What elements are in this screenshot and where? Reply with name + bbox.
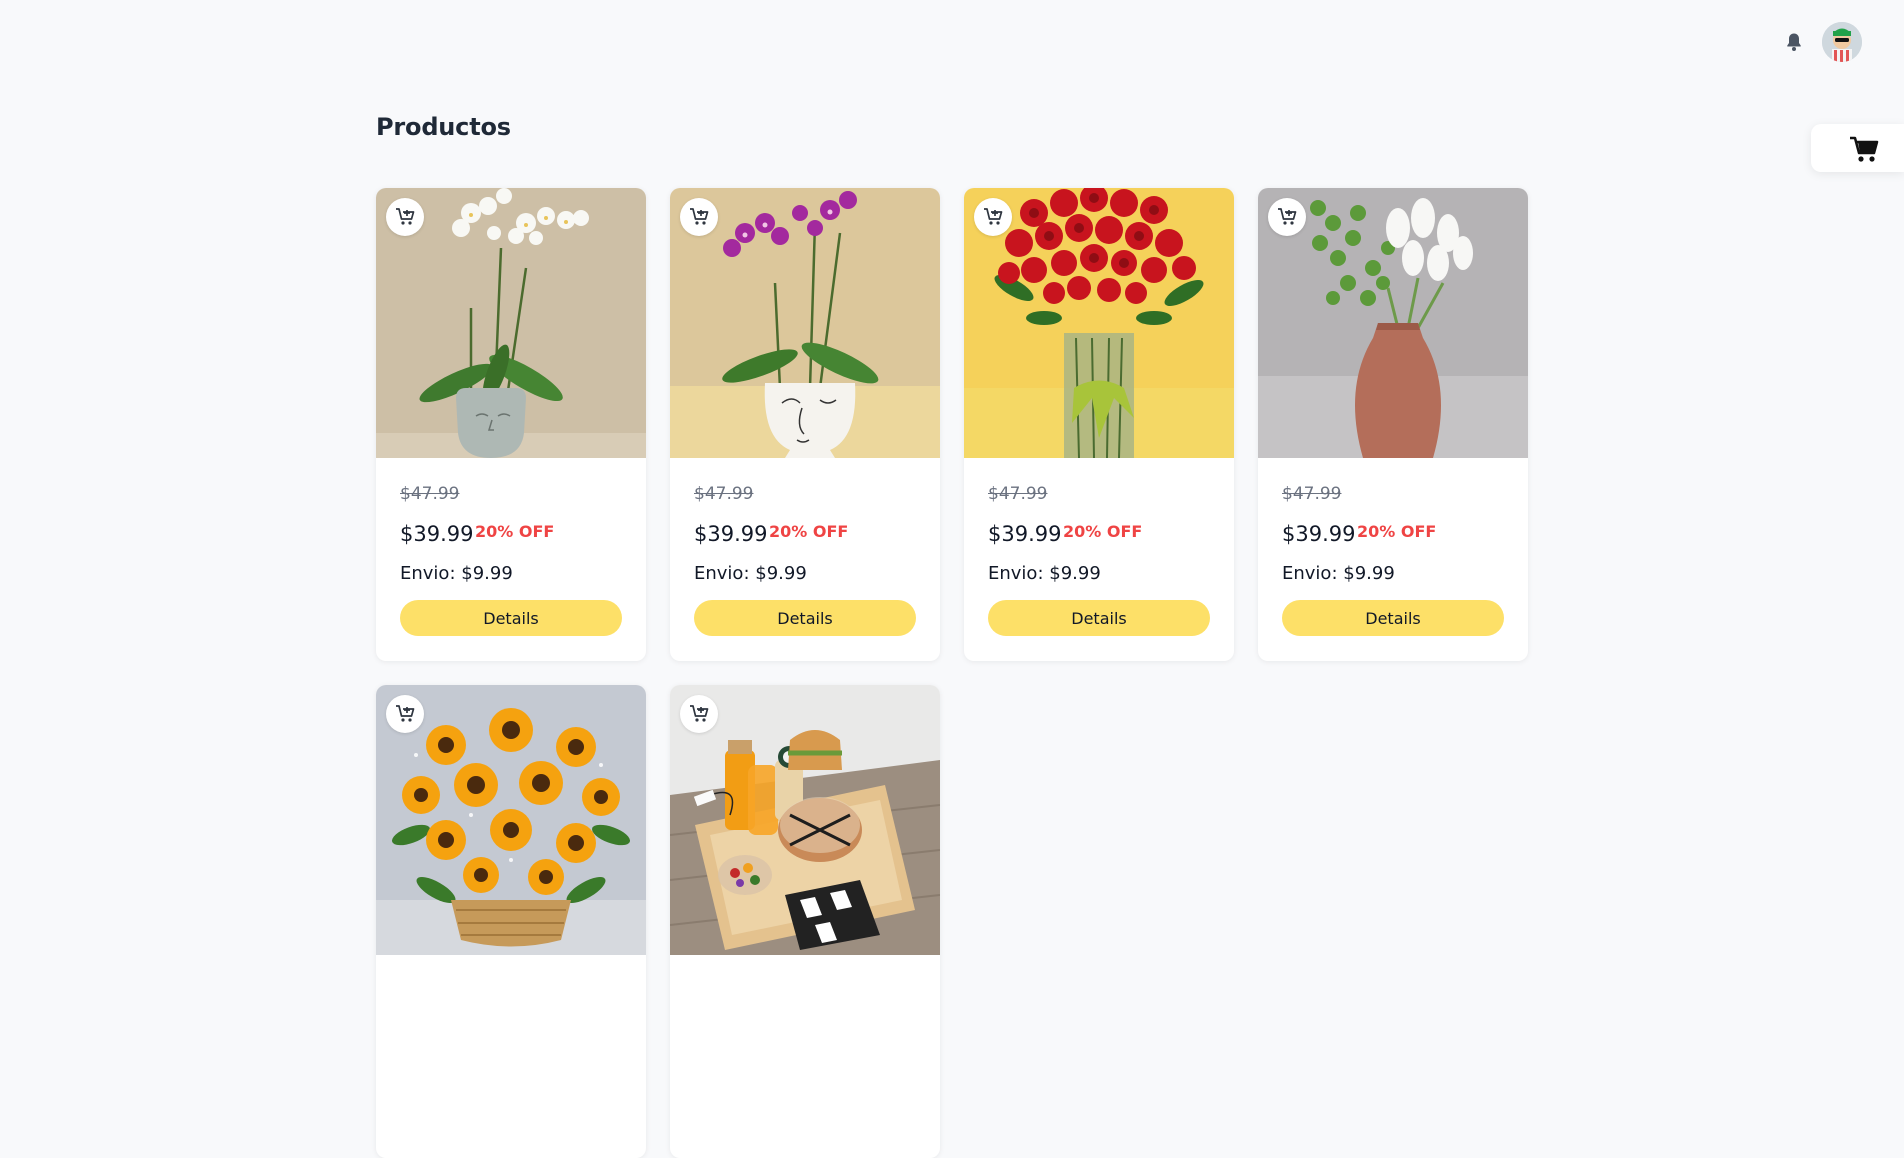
floating-cart-button[interactable] (1811, 124, 1904, 172)
sale-price: $39.99 (988, 522, 1062, 546)
shipping-cost: $9.99 (1343, 563, 1395, 584)
original-price: $47.99 (988, 484, 1048, 504)
bell-icon[interactable] (1785, 32, 1803, 52)
shipping-label: Envio: (400, 563, 456, 584)
add-cart-icon (1278, 208, 1297, 225)
product-image[interactable] (964, 188, 1234, 458)
avatar[interactable] (1822, 22, 1862, 62)
product-card (670, 685, 940, 1158)
product-image[interactable] (1258, 188, 1528, 458)
product-image[interactable] (376, 188, 646, 458)
discount-badge: 20% OFF (1357, 522, 1437, 541)
details-button[interactable]: Details (988, 600, 1210, 636)
shipping-cost: $9.99 (1049, 563, 1101, 584)
details-button[interactable]: Details (694, 600, 916, 636)
sale-price: $39.99 (1282, 522, 1356, 546)
shipping-info: Envio: $9.99 (1282, 563, 1395, 584)
discount-badge: 20% OFF (475, 522, 555, 541)
shipping-info: Envio: $9.99 (400, 563, 513, 584)
sale-price: $39.99 (400, 522, 474, 546)
product-image[interactable] (376, 685, 646, 955)
add-cart-icon (396, 208, 415, 225)
product-card: $47.99 $39.99 20% OFF Envio: $9.99 Detai… (670, 188, 940, 661)
shipping-cost: $9.99 (461, 563, 513, 584)
shipping-cost: $9.99 (755, 563, 807, 584)
original-price: $47.99 (1282, 484, 1342, 504)
original-price: $47.99 (694, 484, 754, 504)
shipping-info: Envio: $9.99 (694, 563, 807, 584)
discount-badge: 20% OFF (769, 522, 849, 541)
product-image[interactable] (670, 188, 940, 458)
product-card: $47.99 $39.99 20% OFF Envio: $9.99 Detai… (1258, 188, 1528, 661)
product-card: $47.99 $39.99 20% OFF Envio: $9.99 Detai… (376, 188, 646, 661)
cart-icon (1850, 136, 1879, 162)
shipping-info: Envio: $9.99 (988, 563, 1101, 584)
add-to-cart-button[interactable] (680, 695, 718, 733)
shipping-label: Envio: (988, 563, 1044, 584)
original-price: $47.99 (400, 484, 460, 504)
add-cart-icon (984, 208, 1003, 225)
product-image[interactable] (670, 685, 940, 955)
add-to-cart-button[interactable] (386, 695, 424, 733)
add-cart-icon (690, 208, 709, 225)
details-button[interactable]: Details (1282, 600, 1504, 636)
discount-badge: 20% OFF (1063, 522, 1143, 541)
details-button[interactable]: Details (400, 600, 622, 636)
add-cart-icon (396, 705, 415, 722)
add-to-cart-button[interactable] (386, 198, 424, 236)
product-card: $47.99 $39.99 20% OFF Envio: $9.99 Detai… (964, 188, 1234, 661)
add-to-cart-button[interactable] (680, 198, 718, 236)
add-to-cart-button[interactable] (974, 198, 1012, 236)
product-card (376, 685, 646, 1158)
shipping-label: Envio: (1282, 563, 1338, 584)
page-title: Productos (376, 113, 511, 141)
sale-price: $39.99 (694, 522, 768, 546)
shipping-label: Envio: (694, 563, 750, 584)
add-to-cart-button[interactable] (1268, 198, 1306, 236)
add-cart-icon (690, 705, 709, 722)
top-bar (0, 0, 1904, 84)
